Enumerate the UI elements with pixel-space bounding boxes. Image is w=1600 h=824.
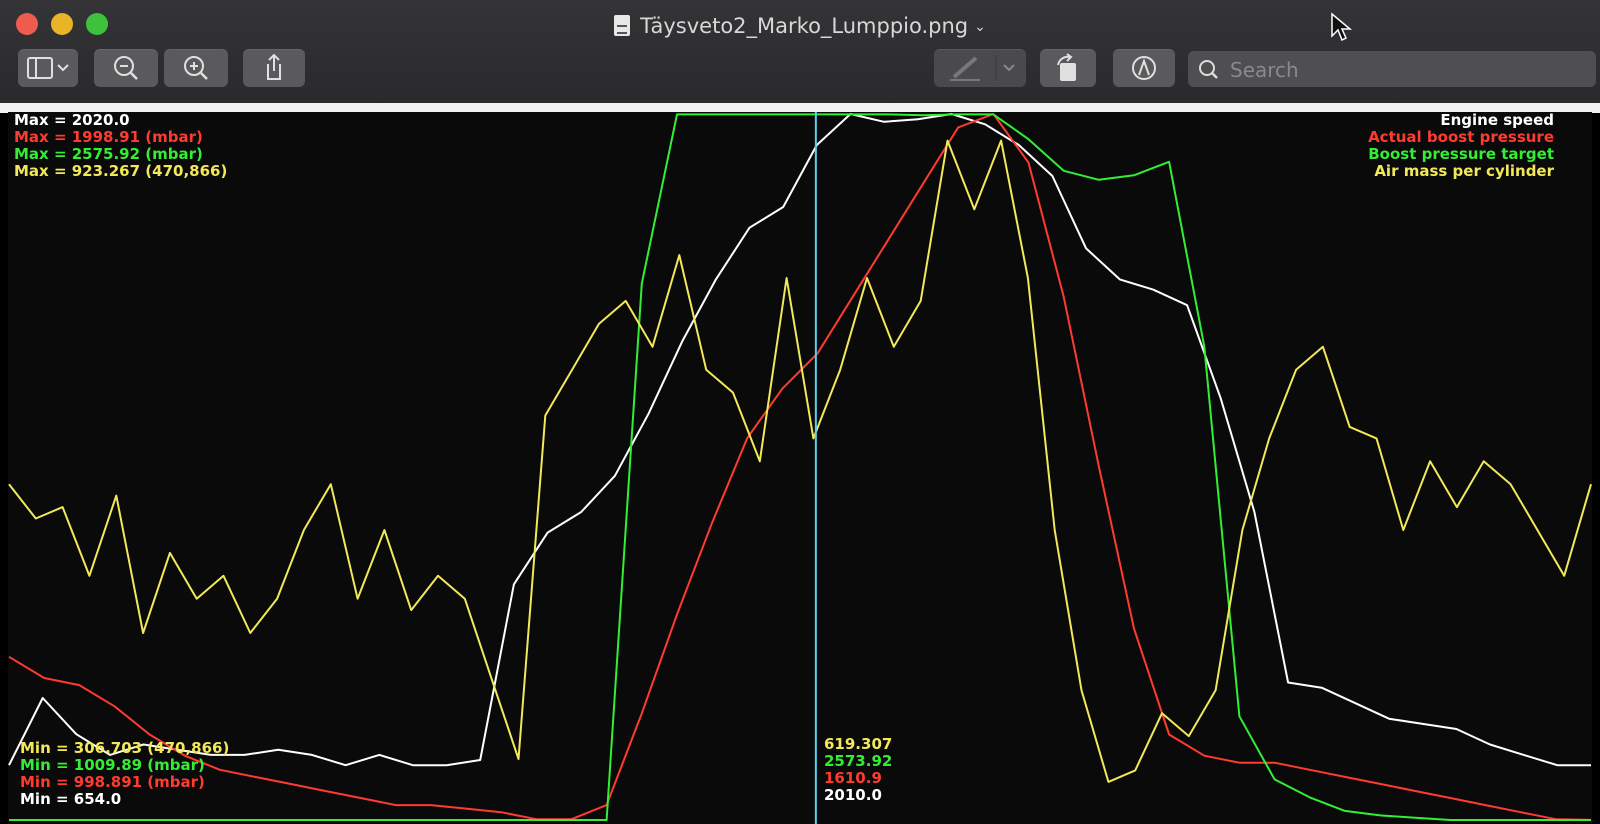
air-mass-min-label: Min = 306.703 (470,866) (20, 739, 230, 757)
pen-icon (950, 55, 1015, 81)
zoom-out-icon (114, 56, 138, 80)
engine-speed-min-label: Min = 654.0 (20, 790, 122, 808)
title-bar: Täysveto2_Marko_Lumppio.png ⌄ (0, 0, 1600, 105)
share-icon (267, 53, 281, 80)
annotate-button[interactable] (1113, 49, 1175, 87)
document-icon (614, 15, 631, 36)
cursor-value-boost-target: 2573.92 (824, 752, 893, 770)
preview-window: Täysveto2_Marko_Lumppio.png ⌄ Search Max… (0, 0, 1600, 824)
search-input[interactable] (1228, 51, 1592, 89)
air-mass-max-label: Max = 923.267 (470,866) (14, 162, 228, 180)
zoom-in-icon (184, 56, 208, 80)
cursor-value-actual-boost: 1610.9 (824, 769, 882, 787)
markup-pen-button[interactable] (934, 49, 1026, 87)
chevron-down-icon: ⌄ (974, 19, 986, 35)
window-title: Täysveto2_Marko_Lumppio.png (640, 14, 969, 38)
search-icon (1199, 60, 1218, 79)
annotate-icon (1132, 56, 1156, 80)
rotate-icon (1057, 53, 1076, 81)
log-chart (8, 112, 1592, 824)
legend-boost-target: Boost pressure target (1368, 145, 1554, 163)
series-line-air-mass (8, 139, 1592, 783)
sidebar-icon (27, 57, 69, 79)
search-field[interactable] (1188, 51, 1596, 89)
rotate-button[interactable] (1040, 49, 1096, 87)
zoom-out-button[interactable] (94, 49, 158, 87)
share-button[interactable] (243, 49, 305, 87)
series-line-actual-boost (8, 113, 1592, 821)
legend-air-mass: Air mass per cylinder (1374, 162, 1554, 180)
series-line-engine-speed (8, 113, 1591, 767)
cursor-value-engine-speed: 2010.0 (824, 786, 882, 804)
legend-engine-speed: Engine speed (1440, 111, 1554, 129)
mouse-pointer-icon (1331, 12, 1353, 42)
cursor-value-air-mass: 619.307 (824, 735, 893, 753)
window-title-area[interactable]: Täysveto2_Marko_Lumppio.png ⌄ (0, 12, 1600, 41)
boost-target-min-label: Min = 1009.89 (mbar) (20, 756, 205, 774)
boost-target-max-label: Max = 2575.92 (mbar) (14, 145, 203, 163)
series-line-boost-target (9, 113, 1591, 821)
zoom-in-button[interactable] (164, 49, 228, 87)
legend-actual-boost: Actual boost pressure (1368, 128, 1554, 146)
engine-speed-max-label: Max = 2020.0 (14, 111, 130, 129)
plot-area: Max = 2020.0 Max = 1998.91 (mbar) Max = … (8, 112, 1592, 824)
actual-boost-min-label: Min = 998.891 (mbar) (20, 773, 205, 791)
sidebar-toggle-button[interactable] (18, 49, 78, 87)
actual-boost-max-label: Max = 1998.91 (mbar) (14, 128, 203, 146)
